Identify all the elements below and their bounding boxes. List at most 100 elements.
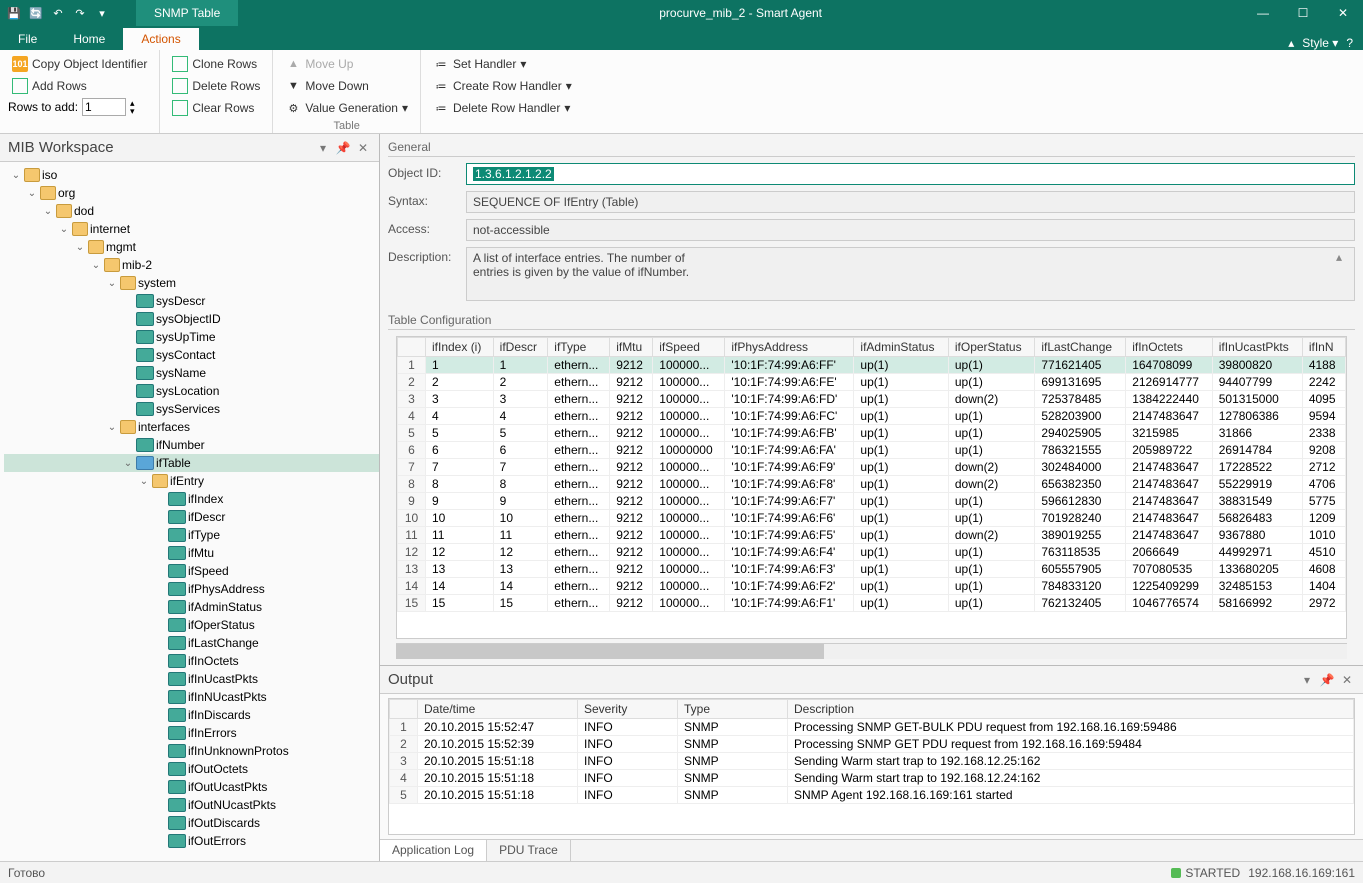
- copy-object-identifier-button[interactable]: 101Copy Object Identifier: [8, 54, 151, 74]
- output-row[interactable]: 220.10.2015 15:52:39INFOSNMPProcessing S…: [390, 736, 1354, 753]
- context-tab-snmp-table[interactable]: SNMP Table: [136, 0, 238, 26]
- tree-node-ifOperStatus[interactable]: ifOperStatus: [4, 616, 379, 634]
- set-handler-button[interactable]: ≔Set Handler ▾: [429, 54, 576, 74]
- tree-node-ifOutOctets[interactable]: ifOutOctets: [4, 760, 379, 778]
- delete-row-handler-button[interactable]: ≔Delete Row Handler ▾: [429, 98, 576, 118]
- tree-node-sysName[interactable]: sysName: [4, 364, 379, 382]
- table-row[interactable]: 666ethern...921210000000'10:1F:74:99:A6:…: [398, 442, 1346, 459]
- tab-actions[interactable]: Actions: [123, 28, 198, 50]
- table-row[interactable]: 444ethern...9212100000...'10:1F:74:99:A6…: [398, 408, 1346, 425]
- description-field[interactable]: A list of interface entries. The number …: [466, 247, 1355, 301]
- tree-node-ifAdminStatus[interactable]: ifAdminStatus: [4, 598, 379, 616]
- maximize-button[interactable]: ☐: [1283, 0, 1323, 26]
- output-row[interactable]: 520.10.2015 15:51:18INFOSNMPSNMP Agent 1…: [390, 787, 1354, 804]
- tree-node-mgmt[interactable]: ⌄mgmt: [4, 238, 379, 256]
- table-row[interactable]: 131313ethern...9212100000...'10:1F:74:99…: [398, 561, 1346, 578]
- tab-file[interactable]: File: [0, 28, 55, 50]
- tree-node-ifTable[interactable]: ⌄ifTable: [4, 454, 379, 472]
- tree-node-ifOutNUcastPkts[interactable]: ifOutNUcastPkts: [4, 796, 379, 814]
- col-header[interactable]: ifInN: [1302, 338, 1345, 357]
- tree-node-ifPhysAddress[interactable]: ifPhysAddress: [4, 580, 379, 598]
- tree-node-sysContact[interactable]: sysContact: [4, 346, 379, 364]
- output-row[interactable]: 120.10.2015 15:52:47INFOSNMPProcessing S…: [390, 719, 1354, 736]
- tree-node-ifOutErrors[interactable]: ifOutErrors: [4, 832, 379, 850]
- style-dropdown[interactable]: Style ▾: [1302, 36, 1338, 50]
- table-row[interactable]: 121212ethern...9212100000...'10:1F:74:99…: [398, 544, 1346, 561]
- table-configuration[interactable]: ifIndex (i)ifDescrifTypeifMtuifSpeedifPh…: [396, 336, 1347, 639]
- tree-node-sysUpTime[interactable]: sysUpTime: [4, 328, 379, 346]
- table-row[interactable]: 141414ethern...9212100000...'10:1F:74:99…: [398, 578, 1346, 595]
- tree-node-sysLocation[interactable]: sysLocation: [4, 382, 379, 400]
- tree-node-iso[interactable]: ⌄iso: [4, 166, 379, 184]
- col-header[interactable]: ifMtu: [610, 338, 653, 357]
- table-row[interactable]: 111111ethern...9212100000...'10:1F:74:99…: [398, 527, 1346, 544]
- tree-node-ifInNUcastPkts[interactable]: ifInNUcastPkts: [4, 688, 379, 706]
- output-table[interactable]: Date/timeSeverityTypeDescription120.10.2…: [388, 698, 1355, 835]
- table-row[interactable]: 333ethern...9212100000...'10:1F:74:99:A6…: [398, 391, 1346, 408]
- table-row[interactable]: 888ethern...9212100000...'10:1F:74:99:A6…: [398, 476, 1346, 493]
- tree-node-internet[interactable]: ⌄internet: [4, 220, 379, 238]
- save-icon[interactable]: 💾: [6, 5, 22, 21]
- redo-icon[interactable]: ↷: [72, 5, 88, 21]
- move-up-button[interactable]: ▲Move Up: [281, 54, 412, 74]
- col-header[interactable]: ifDescr: [493, 338, 548, 357]
- out-col-header[interactable]: Description: [788, 700, 1354, 719]
- col-header[interactable]: ifSpeed: [653, 338, 725, 357]
- output-pin-icon[interactable]: 📌: [1319, 672, 1335, 688]
- tree-node-ifEntry[interactable]: ⌄ifEntry: [4, 472, 379, 490]
- out-col-header[interactable]: Type: [678, 700, 788, 719]
- table-row[interactable]: 111ethern...9212100000...'10:1F:74:99:A6…: [398, 357, 1346, 374]
- horizontal-scrollbar[interactable]: [396, 643, 1347, 659]
- scroll-up-icon[interactable]: ▴: [1336, 250, 1342, 264]
- tree-node-system[interactable]: ⌄system: [4, 274, 379, 292]
- tab-home[interactable]: Home: [55, 28, 123, 50]
- value-generation-button[interactable]: ⚙Value Generation ▾: [281, 98, 412, 118]
- col-header[interactable]: ifInOctets: [1126, 338, 1213, 357]
- tree-node-ifInUnknownProtos[interactable]: ifInUnknownProtos: [4, 742, 379, 760]
- table-row[interactable]: 999ethern...9212100000...'10:1F:74:99:A6…: [398, 493, 1346, 510]
- delete-rows-button[interactable]: Delete Rows: [168, 76, 264, 96]
- move-down-button[interactable]: ▼Move Down: [281, 76, 412, 96]
- tree-node-sysServices[interactable]: sysServices: [4, 400, 379, 418]
- tree-node-ifInUcastPkts[interactable]: ifInUcastPkts: [4, 670, 379, 688]
- clone-rows-button[interactable]: Clone Rows: [168, 54, 264, 74]
- tree-node-interfaces[interactable]: ⌄interfaces: [4, 418, 379, 436]
- close-button[interactable]: ✕: [1323, 0, 1363, 26]
- tab-pdu-trace[interactable]: PDU Trace: [487, 840, 571, 861]
- table-row[interactable]: 555ethern...9212100000...'10:1F:74:99:A6…: [398, 425, 1346, 442]
- col-header[interactable]: ifPhysAddress: [725, 338, 854, 357]
- tree-node-ifInDiscards[interactable]: ifInDiscards: [4, 706, 379, 724]
- add-rows-button[interactable]: Add Rows: [8, 76, 151, 96]
- minimize-button[interactable]: —: [1243, 0, 1283, 26]
- tree-node-ifInOctets[interactable]: ifInOctets: [4, 652, 379, 670]
- panel-options-icon[interactable]: ▾: [315, 140, 331, 156]
- tree-node-ifInErrors[interactable]: ifInErrors: [4, 724, 379, 742]
- col-header[interactable]: ifOperStatus: [948, 338, 1034, 357]
- output-row[interactable]: 320.10.2015 15:51:18INFOSNMPSending Warm…: [390, 753, 1354, 770]
- tree-node-ifLastChange[interactable]: ifLastChange: [4, 634, 379, 652]
- tree-node-ifDescr[interactable]: ifDescr: [4, 508, 379, 526]
- qat-dropdown-icon[interactable]: ▾: [94, 5, 110, 21]
- reconnect-icon[interactable]: 🔄: [28, 5, 44, 21]
- col-header[interactable]: ifInUcastPkts: [1212, 338, 1302, 357]
- col-header[interactable]: ifLastChange: [1035, 338, 1126, 357]
- col-header[interactable]: ifType: [548, 338, 610, 357]
- output-close-icon[interactable]: ✕: [1339, 672, 1355, 688]
- help-icon[interactable]: ?: [1346, 36, 1353, 50]
- tree-node-ifNumber[interactable]: ifNumber: [4, 436, 379, 454]
- table-row[interactable]: 151515ethern...9212100000...'10:1F:74:99…: [398, 595, 1346, 612]
- col-header[interactable]: ifAdminStatus: [854, 338, 948, 357]
- out-col-header[interactable]: Severity: [578, 700, 678, 719]
- output-row[interactable]: 420.10.2015 15:51:18INFOSNMPSending Warm…: [390, 770, 1354, 787]
- tree-node-sysDescr[interactable]: sysDescr: [4, 292, 379, 310]
- collapse-ribbon-icon[interactable]: ▴: [1288, 36, 1294, 50]
- create-row-handler-button[interactable]: ≔Create Row Handler ▾: [429, 76, 576, 96]
- tree-node-sysObjectID[interactable]: sysObjectID: [4, 310, 379, 328]
- table-row[interactable]: 101010ethern...9212100000...'10:1F:74:99…: [398, 510, 1346, 527]
- pin-icon[interactable]: 📌: [335, 140, 351, 156]
- tree-node-dod[interactable]: ⌄dod: [4, 202, 379, 220]
- tree-node-ifType[interactable]: ifType: [4, 526, 379, 544]
- spin-icon[interactable]: ▴▾: [130, 99, 135, 115]
- tree-node-ifMtu[interactable]: ifMtu: [4, 544, 379, 562]
- out-col-header[interactable]: Date/time: [418, 700, 578, 719]
